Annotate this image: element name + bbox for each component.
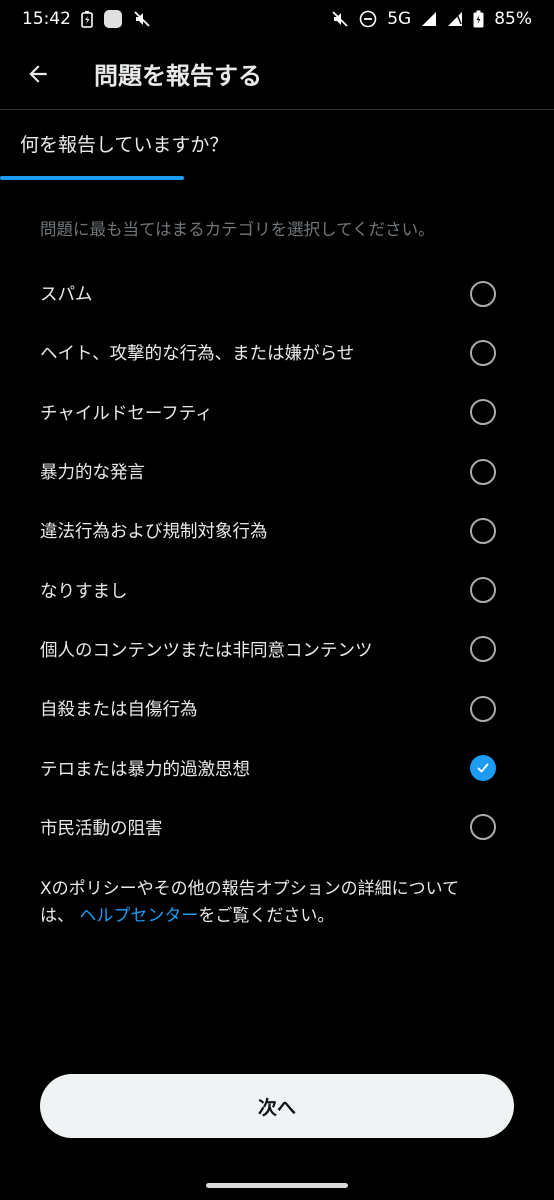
- radio-button[interactable]: [470, 577, 496, 604]
- radio-button[interactable]: [470, 339, 496, 366]
- next-button[interactable]: 次へ: [40, 1074, 514, 1138]
- vibrate-off-icon: [331, 10, 349, 28]
- option-spam[interactable]: スパム: [0, 264, 554, 323]
- battery-charging-icon: [81, 10, 93, 28]
- radio-button[interactable]: [470, 695, 496, 722]
- network-type: 5G: [387, 9, 412, 29]
- battery-percent: 85%: [494, 9, 532, 29]
- option-label: 個人のコンテンツまたは非同意コンテンツ: [40, 640, 373, 661]
- battery-icon: [473, 10, 484, 28]
- radio-button[interactable]: [470, 517, 496, 544]
- home-indicator[interactable]: [206, 1183, 348, 1188]
- option-civic-integrity[interactable]: 市民活動の阻害: [0, 798, 554, 857]
- option-label: ヘイト、攻撃的な行為、または嫌がらせ: [40, 344, 355, 365]
- radio-button[interactable]: [470, 399, 496, 426]
- option-label: なりすまし: [40, 581, 128, 602]
- option-private-content[interactable]: 個人のコンテンツまたは非同意コンテンツ: [0, 620, 554, 679]
- status-left: 15:42: [22, 9, 151, 29]
- radio-button[interactable]: [470, 636, 496, 663]
- signal-icon: [447, 11, 463, 27]
- status-bar: 15:42 5G 85%: [0, 0, 554, 38]
- do-not-disturb-icon: [359, 10, 377, 28]
- option-suicide-self-harm[interactable]: 自殺または自傷行為: [0, 679, 554, 738]
- help-note: Xのポリシーやその他の報告オプションの詳細について は、 ヘルプセンターをご覧く…: [40, 876, 510, 930]
- option-label: テロまたは暴力的過激思想: [40, 759, 250, 780]
- back-button[interactable]: [0, 38, 76, 110]
- radio-button[interactable]: [470, 814, 496, 841]
- status-time: 15:42: [22, 9, 71, 29]
- question-title: 何を報告していますか？: [20, 134, 229, 156]
- instruction-text: 問題に最も当てはまるカテゴリを選択してください。: [40, 220, 435, 239]
- help-note-suffix: をご覧ください。: [198, 906, 335, 926]
- progress-indicator: [0, 176, 184, 180]
- status-right: 5G 85%: [331, 9, 532, 29]
- option-child-safety[interactable]: チャイルドセーフティ: [0, 383, 554, 442]
- option-label: 自殺または自傷行為: [40, 700, 198, 721]
- help-note-prefix: は、: [40, 906, 74, 926]
- radio-button[interactable]: [470, 458, 496, 485]
- app-notification-icon: [103, 9, 123, 29]
- option-illegal-regulated[interactable]: 違法行為および規制対象行為: [0, 501, 554, 560]
- check-icon: [477, 763, 489, 773]
- help-center-link[interactable]: ヘルプセンター: [79, 906, 198, 926]
- radio-button[interactable]: [470, 280, 496, 307]
- option-label: 市民活動の阻害: [40, 818, 163, 839]
- option-violent-speech[interactable]: 暴力的な発言: [0, 442, 554, 501]
- mute-icon: [133, 10, 151, 28]
- option-impersonation[interactable]: なりすまし: [0, 560, 554, 619]
- radio-button-checked[interactable]: [470, 755, 496, 782]
- option-label: チャイルドセーフティ: [40, 403, 213, 424]
- question-section: 何を報告していますか？: [0, 110, 554, 180]
- help-note-line1: Xのポリシーやその他の報告オプションの詳細について: [40, 879, 460, 899]
- option-label: 暴力的な発言: [40, 463, 145, 484]
- report-category-list: スパム ヘイト、攻撃的な行為、または嫌がらせ チャイルドセーフティ 暴力的な発言…: [0, 264, 554, 857]
- option-label: スパム: [40, 285, 93, 306]
- option-terrorism-extremism[interactable]: テロまたは暴力的過激思想: [0, 738, 554, 797]
- signal-icon: [421, 11, 437, 27]
- arrow-left-icon: [29, 64, 47, 83]
- page-title: 問題を報告する: [94, 62, 262, 90]
- top-app-bar: 問題を報告する: [0, 38, 554, 110]
- option-label: 違法行為および規制対象行為: [40, 522, 268, 543]
- option-hate-harassment[interactable]: ヘイト、攻撃的な行為、または嫌がらせ: [0, 323, 554, 382]
